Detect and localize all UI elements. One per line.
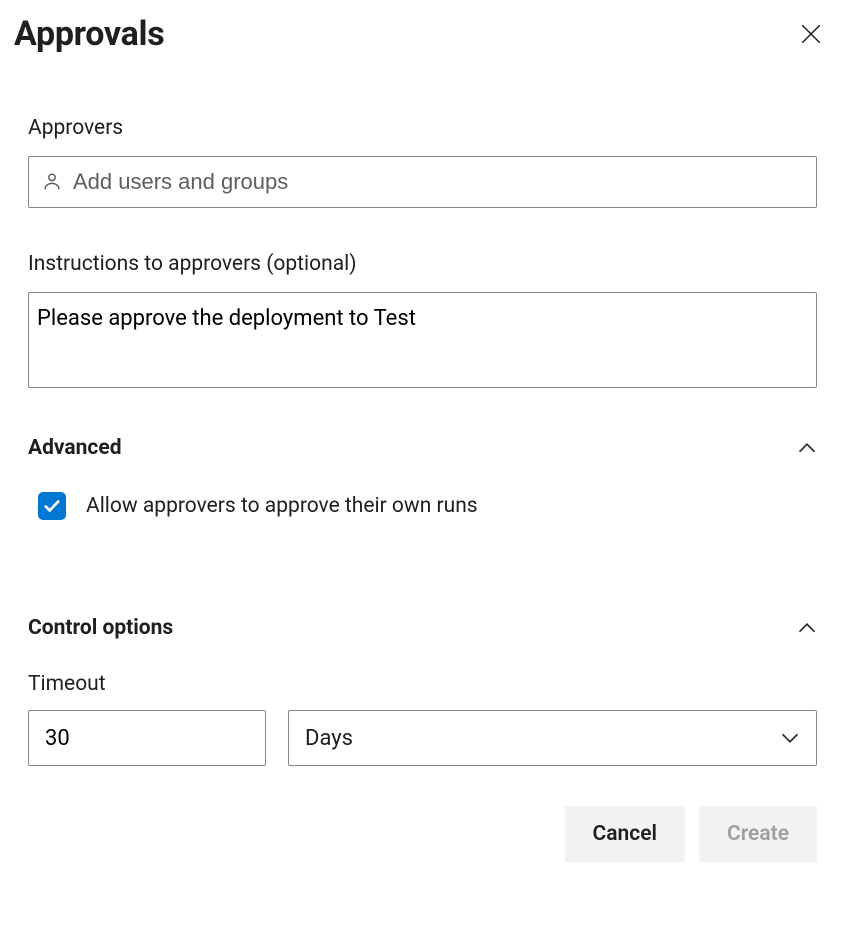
person-icon xyxy=(41,171,63,193)
chevron-down-icon xyxy=(780,728,800,748)
close-icon xyxy=(801,24,821,44)
create-button[interactable]: Create xyxy=(699,806,817,862)
advanced-section-title: Advanced xyxy=(28,436,122,460)
timeout-label: Timeout xyxy=(28,672,817,696)
control-options-section-toggle[interactable]: Control options xyxy=(28,616,817,640)
chevron-up-icon xyxy=(797,438,817,458)
panel-title: Approvals xyxy=(14,14,164,54)
timeout-unit-select[interactable]: Days xyxy=(288,710,817,766)
approvers-label: Approvers xyxy=(28,116,817,140)
instructions-label: Instructions to approvers (optional) xyxy=(28,252,817,276)
advanced-section-toggle[interactable]: Advanced xyxy=(28,436,817,460)
timeout-value-input[interactable] xyxy=(28,710,266,766)
approvers-input-wrapper[interactable] xyxy=(28,156,817,208)
timeout-unit-value: Days xyxy=(305,726,353,751)
approvers-input[interactable] xyxy=(73,157,804,207)
control-options-section-title: Control options xyxy=(28,616,173,640)
check-icon xyxy=(43,497,61,515)
allow-own-runs-checkbox[interactable] xyxy=(38,492,66,520)
close-button[interactable] xyxy=(791,14,831,54)
allow-own-runs-label: Allow approvers to approve their own run… xyxy=(86,494,478,518)
instructions-textarea[interactable] xyxy=(28,292,817,388)
chevron-up-icon xyxy=(797,618,817,638)
cancel-button[interactable]: Cancel xyxy=(565,806,685,862)
